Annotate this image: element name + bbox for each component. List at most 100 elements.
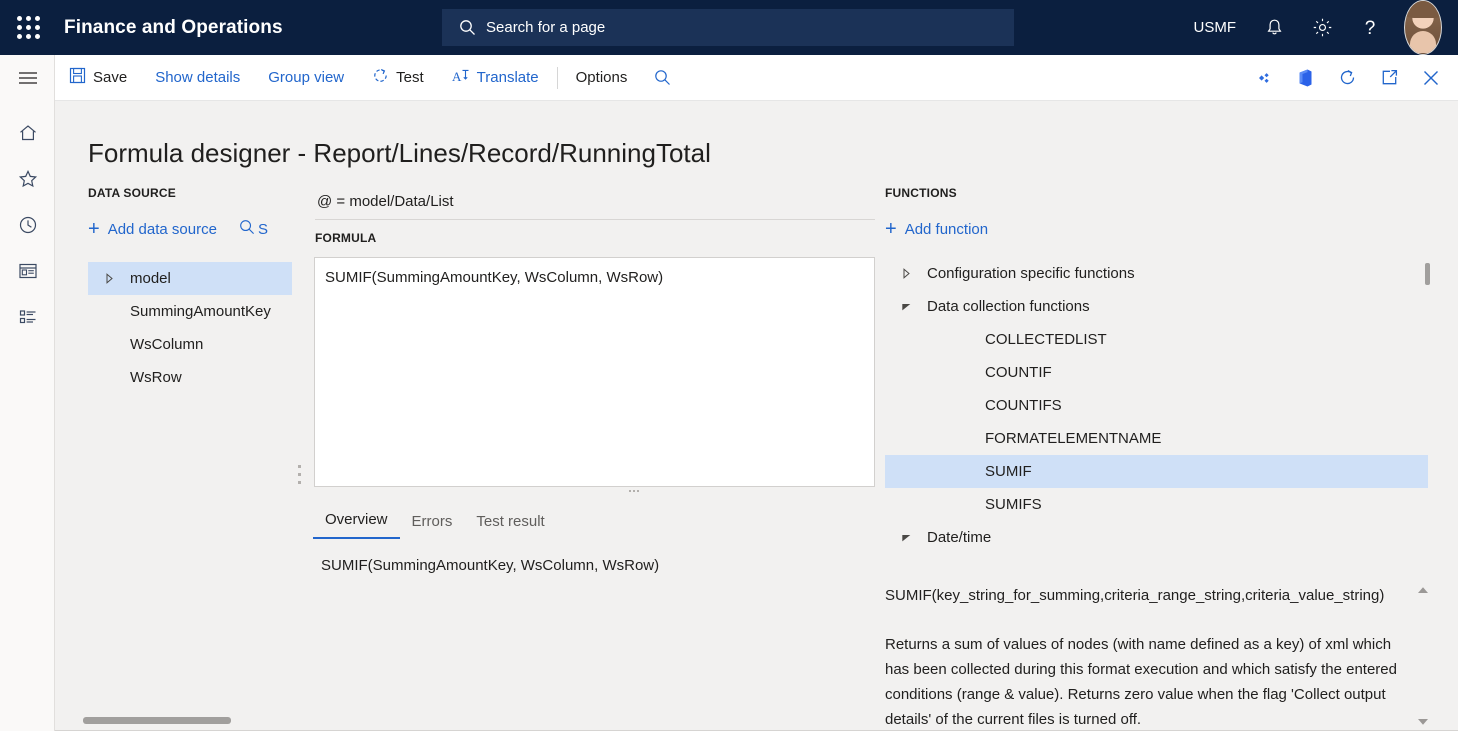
command-search-icon[interactable] — [641, 55, 683, 101]
data-source-tree-item-label: WsColumn — [130, 336, 203, 353]
global-search-input[interactable]: Search for a page — [442, 9, 1014, 46]
workspace-icon[interactable] — [0, 248, 55, 294]
options-label: Options — [576, 69, 628, 86]
modules-list-icon[interactable] — [0, 294, 55, 340]
options-button[interactable]: Options — [562, 55, 642, 101]
hamburger-menu-icon[interactable] — [0, 55, 55, 101]
company-selector[interactable]: USMF — [1180, 0, 1251, 55]
data-source-tree-item-label: model — [130, 270, 171, 287]
function-item-label: SUMIFS — [985, 496, 1042, 513]
save-icon — [69, 67, 86, 88]
attach-to-icon[interactable] — [1242, 55, 1284, 101]
functions-tree-group-label: Date/time — [927, 529, 991, 546]
command-divider — [557, 67, 558, 89]
function-item-label: COUNTIF — [985, 364, 1052, 381]
show-details-button[interactable]: Show details — [141, 55, 254, 101]
formula-designer-page: Formula designer - Report/Lines/Record/R… — [55, 101, 1458, 731]
app-title[interactable]: Finance and Operations — [64, 17, 283, 39]
description-scrollbar[interactable] — [1413, 583, 1433, 729]
function-item-sumif[interactable]: SUMIF — [885, 455, 1428, 488]
gear-icon[interactable] — [1298, 0, 1346, 55]
function-item-countif[interactable]: COUNTIF — [885, 356, 1428, 389]
chevron-right-icon[interactable] — [88, 273, 130, 284]
data-source-tree-item[interactable]: model — [88, 262, 292, 295]
data-source-tree-item[interactable]: WsRow — [88, 361, 292, 394]
functions-tree-group[interactable]: Date/time — [885, 521, 1428, 554]
overview-content: SUMIF(SummingAmountKey, WsColumn, WsRow) — [321, 557, 659, 574]
function-item-label: COLLECTEDLIST — [985, 331, 1107, 348]
function-description: SUMIF(key_string_for_summing,criteria_ra… — [885, 583, 1415, 732]
avatar[interactable] — [1404, 0, 1442, 55]
data-source-search-label: S — [258, 221, 268, 238]
save-button[interactable]: Save — [55, 55, 141, 101]
functions-scrollbar-thumb[interactable] — [1425, 263, 1430, 285]
panel-splitter-handle[interactable] — [293, 459, 305, 489]
page-horizontal-scrollbar-thumb[interactable] — [83, 717, 231, 724]
functions-tree-group[interactable]: Configuration specific functions — [885, 257, 1428, 290]
data-source-tree-item-label: WsRow — [130, 369, 182, 386]
global-search-placeholder: Search for a page — [486, 19, 605, 36]
function-item-label: COUNTIFS — [985, 397, 1062, 414]
open-in-new-window-icon[interactable] — [1368, 55, 1410, 101]
group-view-button[interactable]: Group view — [254, 55, 358, 101]
add-data-source-button[interactable]: + Add data source — [88, 219, 217, 239]
waffle-icon[interactable] — [0, 0, 56, 55]
function-item-formatelementname[interactable]: FORMATELEMENTNAME — [885, 422, 1428, 455]
formula-editor[interactable]: SUMIF(SummingAmountKey, WsColumn, WsRow) — [314, 257, 875, 487]
formula-result-tabs: Overview Errors Test result — [313, 505, 557, 539]
search-icon — [459, 19, 476, 36]
show-details-label: Show details — [155, 69, 240, 86]
formula-section-label: FORMULA — [315, 231, 376, 245]
question-mark-icon[interactable]: ? — [1346, 0, 1394, 55]
translate-label: Translate — [477, 69, 539, 86]
function-item-countifs[interactable]: COUNTIFS — [885, 389, 1428, 422]
function-item-sumifs[interactable]: SUMIFS — [885, 488, 1428, 521]
data-source-search-input[interactable]: S — [239, 219, 271, 239]
chevron-right-icon[interactable] — [885, 268, 927, 279]
svg-text:?: ? — [1365, 18, 1376, 39]
top-nav-right-group: USMF ? — [1180, 0, 1458, 55]
data-source-section-label: DATA SOURCE — [88, 186, 176, 200]
formula-resize-grip[interactable] — [625, 487, 643, 495]
home-icon[interactable] — [0, 110, 55, 156]
top-navigation-bar: Finance and Operations Search for a page… — [0, 0, 1458, 55]
tab-overview[interactable]: Overview — [313, 505, 400, 539]
bell-icon[interactable] — [1250, 0, 1298, 55]
star-icon[interactable] — [0, 156, 55, 202]
chevron-down-icon[interactable] — [885, 302, 927, 311]
office-app-icon[interactable] — [1284, 55, 1326, 101]
left-navigation-rail — [0, 55, 55, 731]
group-view-label: Group view — [268, 69, 344, 86]
page-horizontal-scrollbar-track[interactable] — [55, 713, 1458, 727]
data-source-actions: + Add data source S — [88, 219, 271, 239]
scroll-up-arrow-icon[interactable] — [1413, 583, 1433, 597]
translate-icon: A — [452, 67, 470, 88]
functions-tree-group[interactable]: Data collection functions — [885, 290, 1428, 323]
refresh-icon[interactable] — [1326, 55, 1368, 101]
plus-icon: + — [885, 219, 897, 239]
add-function-label: Add function — [905, 221, 988, 238]
add-function-button[interactable]: + Add function — [885, 219, 988, 239]
page-title: Formula designer - Report/Lines/Record/R… — [88, 138, 711, 169]
save-label: Save — [93, 69, 127, 86]
functions-scrollbar-track[interactable] — [1424, 257, 1432, 577]
chevron-down-icon[interactable] — [885, 533, 927, 542]
test-label: Test — [396, 69, 424, 86]
svg-text:A: A — [452, 69, 462, 84]
tab-errors[interactable]: Errors — [400, 507, 465, 539]
function-item-label: SUMIF — [985, 463, 1032, 480]
plus-icon: + — [88, 219, 100, 239]
translate-button[interactable]: A Translate — [438, 55, 553, 101]
function-item-collectedlist[interactable]: COLLECTEDLIST — [885, 323, 1428, 356]
clock-icon[interactable] — [0, 202, 55, 248]
functions-section-label: FUNCTIONS — [885, 186, 957, 200]
functions-tree-group-label: Configuration specific functions — [927, 265, 1135, 282]
functions-tree-group-label: Data collection functions — [927, 298, 1090, 315]
test-button[interactable]: Test — [358, 55, 438, 101]
tab-test-result[interactable]: Test result — [464, 507, 556, 539]
data-source-tree-item[interactable]: WsColumn — [88, 328, 292, 361]
function-item-label: FORMATELEMENTNAME — [985, 430, 1161, 447]
add-data-source-label: Add data source — [108, 221, 217, 238]
close-icon[interactable] — [1410, 55, 1452, 101]
data-source-tree-item[interactable]: SummingAmountKey — [88, 295, 292, 328]
